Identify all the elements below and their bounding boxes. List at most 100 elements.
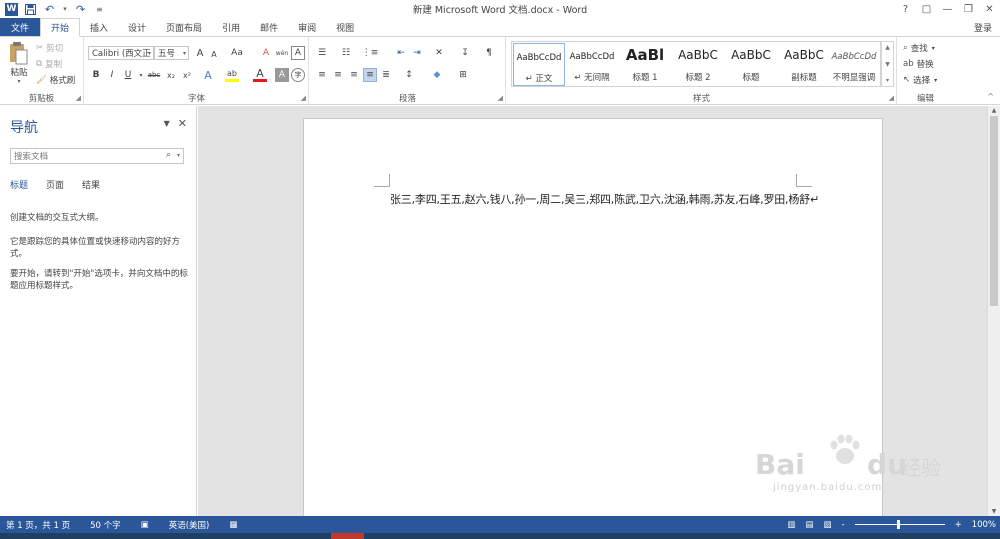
style-heading-2[interactable]: AaBbC 标题 2 xyxy=(672,43,724,86)
align-center-icon[interactable]: ≡ xyxy=(331,68,345,82)
font-size-combo[interactable]: 五号 ▾ xyxy=(154,46,189,60)
nav-options-icon[interactable]: ▼ xyxy=(164,119,170,130)
paste-button[interactable]: 粘贴 ▾ xyxy=(7,41,31,85)
redo-icon[interactable]: ↷ xyxy=(74,3,87,16)
font-color-icon[interactable]: A xyxy=(253,67,267,82)
sign-in-link[interactable]: 登录 xyxy=(974,18,992,36)
cut-button[interactable]: ✂ 剪切 xyxy=(36,42,63,54)
text-effects-icon[interactable]: A xyxy=(201,68,215,82)
macro-icon[interactable]: ▦ xyxy=(229,520,237,530)
character-shading-icon[interactable]: A xyxy=(275,68,289,82)
tab-references[interactable]: 引用 xyxy=(212,18,250,36)
shrink-font-icon[interactable]: A xyxy=(207,47,221,61)
tab-page-layout[interactable]: 页面布局 xyxy=(156,18,212,36)
align-left-icon[interactable]: ≡ xyxy=(315,68,329,82)
gallery-up-icon[interactable]: ▲ xyxy=(885,44,890,51)
font-launcher-icon[interactable]: ◢ xyxy=(301,94,306,102)
save-icon[interactable] xyxy=(24,3,37,16)
search-icon[interactable]: ⌕ xyxy=(166,150,171,160)
style-no-spacing[interactable]: AaBbCcDd ↵ 无间隔 xyxy=(566,43,618,86)
bold-icon[interactable]: B xyxy=(89,68,103,82)
line-spacing-icon[interactable]: ↕ xyxy=(402,68,416,82)
minimize-button[interactable]: — xyxy=(937,0,958,18)
undo-dropdown-icon[interactable]: ▾ xyxy=(62,3,68,16)
help-icon[interactable]: ? xyxy=(895,0,916,18)
tab-insert[interactable]: 插入 xyxy=(80,18,118,36)
style-subtitle[interactable]: AaBbC 副标题 xyxy=(778,43,830,86)
print-layout-icon[interactable]: ▤ xyxy=(805,520,813,530)
gallery-more-icon[interactable]: ▾ xyxy=(886,77,889,84)
tab-view[interactable]: 视图 xyxy=(326,18,364,36)
format-painter-button[interactable]: 🖌 格式刷 xyxy=(36,74,75,86)
subscript-icon[interactable]: x₂ xyxy=(164,68,178,82)
character-border-icon[interactable]: A xyxy=(291,46,305,60)
font-name-combo[interactable]: Calibri (西文正 ▾ xyxy=(88,46,154,60)
search-dropdown-icon[interactable]: ▾ xyxy=(177,152,180,159)
styles-launcher-icon[interactable]: ◢ xyxy=(889,94,894,102)
tab-mailings[interactable]: 邮件 xyxy=(250,18,288,36)
bullets-icon[interactable]: ☰ xyxy=(315,46,329,60)
sort-icon[interactable]: ↧ xyxy=(458,46,472,60)
style-title[interactable]: AaBbC 标题 xyxy=(725,43,777,86)
styles-gallery-scroll[interactable]: ▲ ▼ ▾ xyxy=(881,41,894,87)
vertical-scrollbar[interactable]: ▲ ▼ xyxy=(987,106,1000,516)
nav-close-icon[interactable]: ✕ xyxy=(178,117,187,130)
web-layout-icon[interactable]: ▧ xyxy=(823,520,831,530)
undo-icon[interactable]: ↶ xyxy=(43,3,56,16)
shading-icon[interactable]: ◆ xyxy=(430,68,444,82)
zoom-slider[interactable] xyxy=(854,520,945,529)
close-button[interactable]: ✕ xyxy=(979,0,1000,18)
scroll-up-icon[interactable]: ▲ xyxy=(988,107,1000,114)
multilevel-list-icon[interactable]: ⋮≡ xyxy=(362,46,379,60)
clipboard-launcher-icon[interactable]: ◢ xyxy=(76,94,81,102)
scroll-down-icon[interactable]: ▼ xyxy=(988,508,1000,515)
tab-design[interactable]: 设计 xyxy=(118,18,156,36)
tab-file[interactable]: 文件 xyxy=(0,18,40,36)
zoom-level[interactable]: 100% xyxy=(972,520,996,530)
select-button[interactable]: ↖ 选择 ▾ xyxy=(903,74,937,86)
find-button[interactable]: ⌕ 查找 ▾ xyxy=(903,42,935,54)
distributed-icon[interactable]: ≣ xyxy=(379,68,393,82)
status-words[interactable]: 50 个字 xyxy=(90,519,121,531)
nav-tab-pages[interactable]: 页面 xyxy=(46,178,64,191)
word-logo-icon[interactable]: W xyxy=(5,2,18,16)
zoom-slider-thumb[interactable] xyxy=(896,520,900,529)
style-heading-1[interactable]: AaBl 标题 1 xyxy=(619,43,671,86)
show-marks-icon[interactable]: ¶ xyxy=(482,46,496,60)
increase-indent-icon[interactable]: ⇥ xyxy=(410,46,424,60)
numbering-icon[interactable]: ☷ xyxy=(339,46,353,60)
justify-icon[interactable]: ≡ xyxy=(363,68,377,82)
ribbon-display-options-icon[interactable]: □ xyxy=(916,0,937,18)
read-mode-icon[interactable]: ▥ xyxy=(787,520,795,530)
restore-button[interactable]: ❐ xyxy=(958,0,979,18)
clear-formatting-icon[interactable]: A xyxy=(259,46,273,60)
nav-tab-headings[interactable]: 标题 xyxy=(10,178,28,191)
change-case-icon[interactable]: Aa xyxy=(227,46,247,60)
align-right-icon[interactable]: ≡ xyxy=(347,68,361,82)
underline-icon[interactable]: U xyxy=(121,68,135,82)
zoom-in-button[interactable]: + xyxy=(955,520,962,530)
scroll-thumb[interactable] xyxy=(990,116,998,306)
borders-icon[interactable]: ⊞ xyxy=(456,68,470,82)
italic-icon[interactable]: I xyxy=(105,68,119,82)
replace-button[interactable]: ab 替换 xyxy=(903,58,934,70)
taskbar-active-app[interactable] xyxy=(331,533,364,539)
grow-font-icon[interactable]: A xyxy=(193,46,207,60)
tab-home[interactable]: 开始 xyxy=(40,18,81,37)
strikethrough-icon[interactable]: abc xyxy=(145,68,163,82)
decrease-indent-icon[interactable]: ⇤ xyxy=(394,46,408,60)
paragraph-launcher-icon[interactable]: ◢ xyxy=(498,94,503,102)
highlight-icon[interactable]: ab xyxy=(225,68,239,82)
zoom-out-button[interactable]: - xyxy=(841,520,844,530)
chinese-layout-icon[interactable]: ✕ xyxy=(432,46,446,60)
copy-button[interactable]: ⧉ 复制 xyxy=(36,58,62,70)
customize-qat-icon[interactable]: ≡ xyxy=(93,3,106,16)
style-normal[interactable]: AaBbCcDd ↵ 正文 xyxy=(513,43,565,86)
status-page[interactable]: 第 1 页，共 1 页 xyxy=(6,519,70,531)
status-language[interactable]: 英语(美国) xyxy=(169,519,210,531)
document-body-text[interactable]: 张三,李四,王五,赵六,钱八,孙一,周二,吴三,郑四,陈武,卫六,沈涵,韩雨,苏… xyxy=(390,191,819,207)
nav-search-input[interactable]: 搜索文档 ⌕ ▾ xyxy=(10,148,184,164)
proofing-icon[interactable]: ▣ xyxy=(141,520,149,530)
tab-review[interactable]: 审阅 xyxy=(288,18,326,36)
phonetic-guide-icon[interactable]: wén xyxy=(275,46,289,60)
